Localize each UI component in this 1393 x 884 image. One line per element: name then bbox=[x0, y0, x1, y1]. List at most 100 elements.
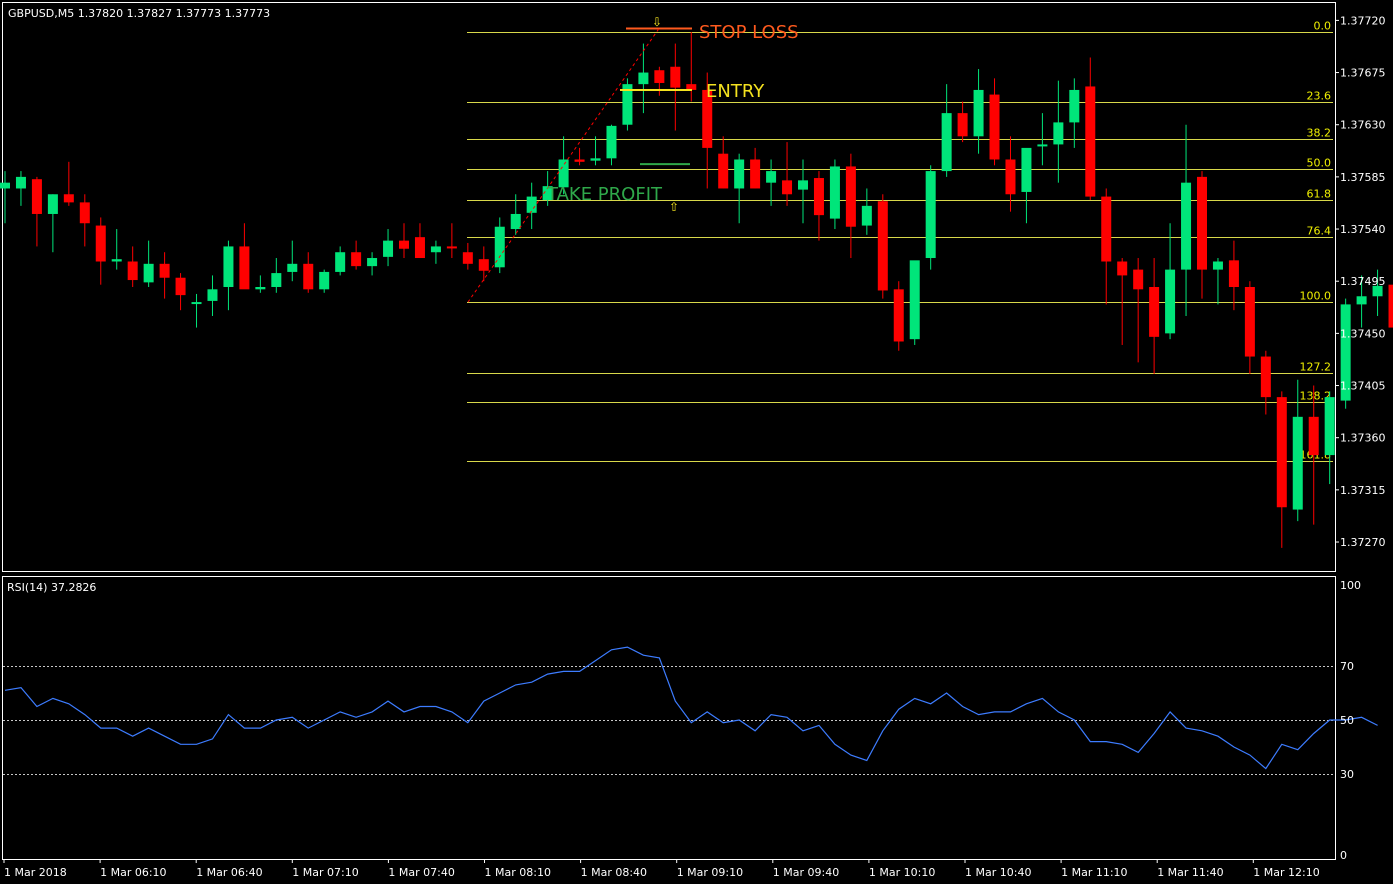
candle-bull bbox=[383, 240, 394, 257]
candle-bear bbox=[446, 246, 457, 249]
candle-bull bbox=[1053, 122, 1064, 145]
price-tick-label: 1.37495 bbox=[1340, 275, 1386, 288]
entry-label: ENTRY bbox=[706, 81, 765, 102]
chart-background bbox=[0, 0, 1393, 884]
candle-bear bbox=[239, 246, 250, 290]
candle-bull bbox=[1181, 182, 1192, 270]
candle-bear bbox=[127, 261, 138, 281]
candle-bear bbox=[1149, 287, 1160, 337]
price-tick-label: 1.37270 bbox=[1340, 536, 1386, 549]
candle-bull bbox=[510, 213, 521, 230]
candle-bear bbox=[1005, 159, 1016, 195]
rsi-tick-label: 30 bbox=[1340, 768, 1354, 781]
time-tick-label: 1 Mar 11:40 bbox=[1157, 866, 1223, 879]
candle-bear bbox=[750, 159, 761, 189]
candle-bull bbox=[973, 89, 984, 137]
price-tick-label: 1.37540 bbox=[1340, 223, 1386, 236]
candle-bull bbox=[1069, 89, 1080, 123]
rsi-title: RSI(14) 37.2826 bbox=[7, 581, 96, 594]
candle-bear bbox=[1101, 196, 1112, 262]
candle-bull bbox=[638, 72, 649, 85]
candle-bull bbox=[861, 205, 872, 226]
candle-bull bbox=[0, 182, 10, 189]
candle-bear bbox=[414, 237, 425, 259]
time-tick-label: 1 Mar 09:40 bbox=[773, 866, 839, 879]
candle-bear bbox=[877, 201, 888, 291]
candle-bull bbox=[1037, 144, 1048, 147]
candle-bull bbox=[271, 273, 282, 287]
fib-level-label: 23.6 bbox=[1307, 90, 1332, 103]
rsi-tick-label: 100 bbox=[1340, 579, 1361, 592]
time-tick-label: 1 Mar 12:10 bbox=[1253, 866, 1319, 879]
time-tick-label: 1 Mar 07:40 bbox=[388, 866, 454, 879]
fib-level-label: 50.0 bbox=[1307, 157, 1332, 170]
candle-bear bbox=[1197, 176, 1207, 270]
rsi-tick-label: 0 bbox=[1340, 849, 1347, 862]
candle-bull bbox=[925, 171, 936, 259]
candle-bear bbox=[462, 252, 473, 264]
candle-bear bbox=[31, 179, 42, 214]
candle-bull bbox=[1021, 147, 1032, 192]
candle-bull bbox=[207, 289, 218, 301]
candle-bear bbox=[1308, 416, 1319, 456]
trading-chart[interactable]: 0.023.638.250.061.876.4100.0127.2138.216… bbox=[0, 0, 1393, 884]
candle-bull bbox=[367, 258, 378, 267]
time-tick-label: 1 Mar 10:10 bbox=[869, 866, 935, 879]
price-tick-label: 1.37675 bbox=[1340, 67, 1386, 80]
candle-bear bbox=[1276, 397, 1287, 508]
candle-bull bbox=[1165, 269, 1176, 334]
candle-bull bbox=[319, 271, 330, 290]
candle-bear bbox=[95, 225, 106, 262]
rsi-tick-label: 50 bbox=[1340, 714, 1354, 727]
candle-bear bbox=[303, 263, 314, 290]
price-tick-label: 1.37405 bbox=[1340, 380, 1386, 393]
candle-bull bbox=[15, 176, 26, 189]
candle-bull bbox=[1292, 416, 1303, 510]
candle-bear bbox=[79, 202, 90, 224]
candle-bull bbox=[1356, 296, 1367, 305]
candle-bull bbox=[111, 259, 122, 262]
time-tick-label: 1 Mar 08:10 bbox=[485, 866, 551, 879]
candle-bull bbox=[909, 260, 920, 340]
price-tick-label: 1.37315 bbox=[1340, 484, 1386, 497]
stop-loss-label: STOP LOSS bbox=[699, 22, 799, 43]
candle-bear bbox=[1085, 86, 1096, 197]
candle-bear bbox=[1133, 269, 1144, 290]
candle-bear bbox=[718, 153, 729, 189]
fib-level-label: 127.2 bbox=[1300, 361, 1332, 374]
fib-level-label: 0.0 bbox=[1314, 20, 1332, 33]
price-tick-label: 1.37720 bbox=[1340, 14, 1386, 27]
candle-bear bbox=[159, 263, 170, 278]
candle-bull bbox=[47, 194, 58, 214]
candle-bear bbox=[399, 240, 409, 249]
candle-bear bbox=[845, 166, 856, 227]
candle-bear bbox=[654, 70, 665, 83]
candle-bear bbox=[1228, 260, 1239, 287]
candle-bear bbox=[1260, 356, 1271, 398]
rsi-tick-label: 70 bbox=[1340, 660, 1354, 673]
candle-bear bbox=[478, 259, 489, 271]
candle-bear bbox=[351, 252, 362, 267]
candle-bull bbox=[798, 180, 808, 190]
candle-bull bbox=[287, 263, 298, 272]
candle-bear bbox=[175, 277, 186, 296]
candle-bear bbox=[1117, 261, 1128, 276]
candle-bull bbox=[430, 246, 441, 253]
time-tick-label: 1 Mar 2018 bbox=[4, 866, 67, 879]
take-profit-arrow-icon: ⇧ bbox=[669, 200, 679, 214]
price-tick-label: 1.37630 bbox=[1340, 119, 1386, 132]
candle-bull bbox=[255, 287, 266, 290]
candle-bull bbox=[590, 158, 601, 161]
time-tick-label: 1 Mar 11:10 bbox=[1061, 866, 1127, 879]
candle-bear bbox=[813, 178, 824, 216]
candle-bull bbox=[335, 252, 346, 272]
candle-bull bbox=[606, 125, 617, 159]
candle-bear bbox=[1388, 284, 1393, 328]
candle-bull bbox=[941, 113, 952, 172]
candle-bear bbox=[670, 66, 681, 88]
time-tick-label: 1 Mar 07:10 bbox=[292, 866, 358, 879]
time-tick-label: 1 Mar 06:10 bbox=[100, 866, 166, 879]
candle-bull bbox=[734, 159, 745, 189]
price-tick-label: 1.37450 bbox=[1340, 327, 1386, 340]
time-tick-label: 1 Mar 08:40 bbox=[581, 866, 647, 879]
